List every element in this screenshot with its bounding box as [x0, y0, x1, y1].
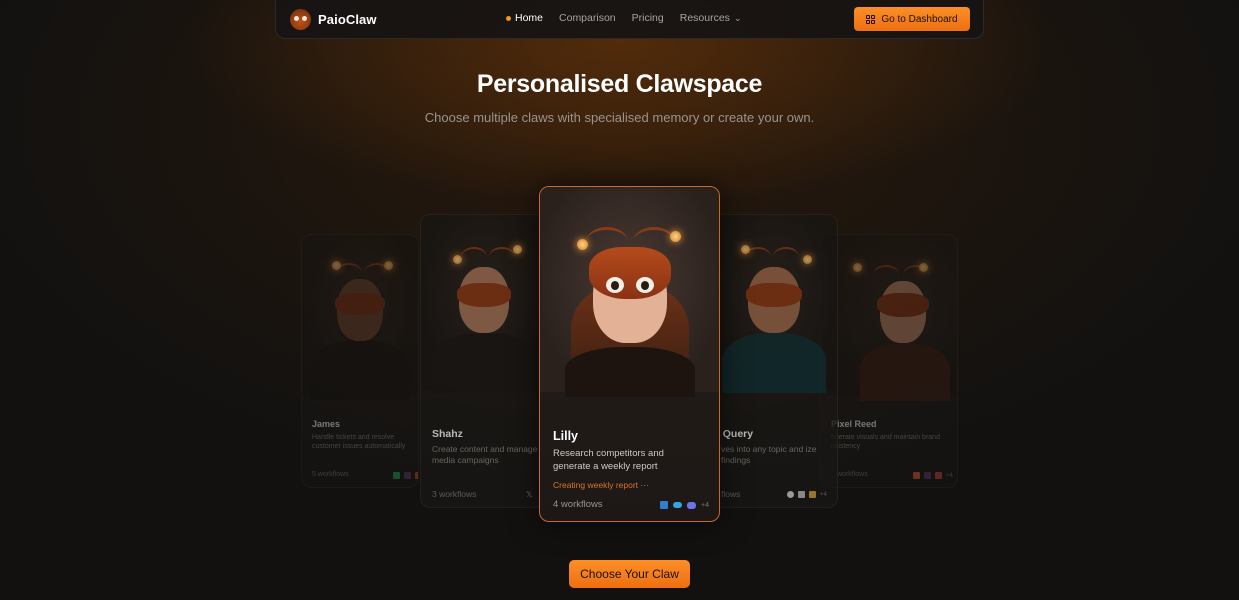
gmail-icon — [935, 472, 942, 479]
nav-item-resources[interactable]: Resources ⌄ — [680, 12, 742, 24]
antenna-light-icon — [919, 263, 928, 272]
slack-icon — [924, 472, 931, 479]
go-to-dashboard-button[interactable]: Go to Dashboard — [854, 7, 970, 31]
more-integrations: +4 — [701, 501, 709, 509]
card-workflow-count: workflows — [837, 471, 868, 478]
integration-icons: +4 — [787, 491, 827, 498]
card-name: Shahz — [432, 428, 463, 440]
drive-icon — [809, 491, 816, 498]
antenna-light-icon — [670, 231, 681, 242]
figma-icon — [913, 472, 920, 479]
main-menu: Home Comparison Pricing Resources ⌄ — [506, 12, 741, 24]
avatar-image — [540, 187, 719, 397]
page-title: Personalised Clawspace — [476, 70, 763, 98]
card-description: ves into any topic and ize findings — [721, 444, 817, 466]
avatar-image — [421, 215, 547, 393]
chevron-down-icon: ⌄ — [733, 12, 742, 23]
more-integrations: +4 — [946, 472, 953, 479]
antenna-light-icon — [803, 255, 812, 264]
slack-icon — [404, 472, 411, 479]
eye — [636, 277, 654, 293]
antenna-light-icon — [741, 245, 750, 254]
more-integrations: +4 — [820, 491, 827, 498]
brand-logo[interactable]: PaioClaw — [290, 9, 377, 30]
gmail-icon — [415, 472, 418, 479]
choose-your-claw-button[interactable]: Choose Your Claw — [569, 560, 690, 588]
card-description: enerate visuals and maintain brand nsist… — [831, 434, 940, 451]
card-name: James — [312, 419, 341, 429]
active-dot-icon — [506, 15, 511, 21]
antenna-light-icon — [384, 261, 393, 270]
sheets-icon — [393, 472, 400, 479]
x-icon: 𝕏 — [526, 490, 533, 499]
card-workflow-count: 3 workflows — [432, 489, 477, 499]
claw-card-s-query[interactable]: s Query ves into any topic and ize findi… — [710, 214, 838, 508]
salesforce-icon — [673, 502, 682, 508]
github-icon — [787, 491, 794, 498]
dashboard-icon — [866, 14, 876, 24]
nav-item-home[interactable]: Home — [506, 12, 543, 24]
card-description: Research competitors and generate a week… — [553, 448, 664, 472]
antenna-light-icon — [577, 239, 588, 250]
card-workflow-count: 5 workflows — [312, 471, 349, 478]
card-description: Create content and manage media campaign… — [432, 444, 538, 466]
claw-card-lilly[interactable]: Lilly Research competitors and generate … — [539, 186, 720, 522]
discord-icon — [687, 501, 696, 509]
nav-item-label: Home — [515, 12, 544, 24]
nav-item-label: Comparison — [559, 12, 616, 24]
card-status: Creating weekly report ··· — [553, 480, 649, 490]
antenna-light-icon — [853, 263, 862, 272]
linkedin-icon — [660, 501, 668, 509]
antenna-light-icon — [513, 245, 522, 254]
avatar-image — [821, 235, 957, 401]
nav-item-label: Pricing — [631, 12, 664, 24]
avatar-image — [711, 215, 837, 393]
card-workflow-count: 4 workflows — [553, 499, 603, 510]
dashboard-button-label: Go to Dashboard — [881, 13, 958, 25]
antenna-light-icon — [332, 261, 341, 270]
integration-icons: 𝕏 — [526, 490, 532, 499]
integration-icons: +4 — [913, 472, 953, 479]
card-workflow-count: flows — [721, 489, 741, 499]
notion-icon — [798, 491, 805, 498]
avatar-image — [302, 235, 418, 400]
nav-item-label: Resources — [679, 12, 730, 24]
top-navbar: PaioClaw Home Comparison Pricing Resourc… — [275, 0, 984, 39]
nav-item-pricing[interactable]: Pricing — [632, 12, 664, 24]
claw-card-james[interactable]: James Handle tickets and resolve custome… — [301, 234, 419, 488]
brand-name: PaioClaw — [318, 12, 377, 27]
claw-card-pixel-reed[interactable]: Pixel Reed enerate visuals and maintain … — [820, 234, 958, 488]
page-subtitle: Choose multiple claws with specialised m… — [424, 110, 815, 125]
integration-icons: +4 — [660, 501, 709, 509]
card-description: Handle tickets and resolve customer issu… — [312, 434, 406, 451]
claw-card-shahz[interactable]: Shahz Create content and manage media ca… — [420, 214, 548, 508]
card-name: Lilly — [553, 429, 579, 443]
claw-logo-icon — [290, 9, 311, 30]
antenna-light-icon — [453, 255, 462, 264]
integration-icons — [393, 472, 418, 479]
eye — [606, 277, 624, 293]
nav-item-comparison[interactable]: Comparison — [559, 12, 616, 24]
